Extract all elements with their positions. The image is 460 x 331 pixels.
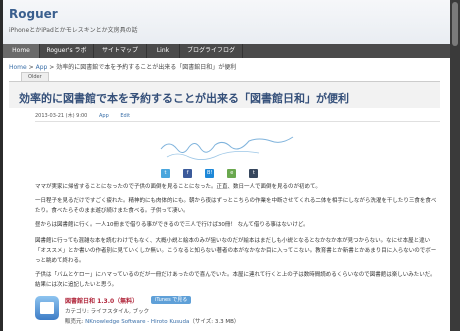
facebook-icon[interactable]: f — [183, 169, 193, 178]
nav-blog-lifelog[interactable]: ブログライフログ — [180, 44, 243, 58]
app-seller-line: 販売元: NKnowledge Software - Hiroto Kusuda… — [65, 317, 239, 325]
paragraph: 子供は「バムとケロー」にハマっているのだが一冊だけあったので喜んでいた。本屋に連… — [35, 272, 436, 288]
share-buttons: t f B! e t — [161, 159, 266, 178]
nav-link[interactable]: Link — [147, 44, 180, 58]
app-seller-link[interactable]: NKnowledge Software - Hiroto Kusuda — [85, 319, 189, 325]
post-edit-link[interactable]: Edit — [120, 113, 130, 119]
book-icon — [40, 302, 54, 314]
app-category: カテゴリ: ライフスタイル, ブック — [65, 309, 150, 315]
post-meta: 2013-03-21 (木) 9:00 App Edit — [35, 112, 140, 119]
breadcrumb-app[interactable]: App — [36, 64, 48, 71]
twitter-icon[interactable]: t — [161, 169, 170, 178]
main-nav: Home Roguer's ラボ サイトマップ Link ブログライフログ — [3, 44, 450, 58]
post-date: 2013-03-21 (木) 9:00 — [35, 113, 88, 119]
breadcrumb-separator: > — [28, 64, 34, 71]
paragraph: 昼からは図書館に行く。一人10冊まで借りる事ができるので三人で行けば30冊！ な… — [35, 222, 309, 228]
site-tagline: iPhoneとかiPadとかモレスキンとか文房具の話 — [9, 27, 138, 34]
tumblr-icon[interactable]: t — [249, 169, 259, 178]
paragraph: ママが実家に帰省することになったので子供の面倒を見ることになった。正直、数日一人… — [35, 184, 321, 190]
nav-home[interactable]: Home — [3, 44, 40, 58]
meta-divider — [35, 121, 440, 122]
app-icon[interactable] — [35, 296, 59, 320]
app-card: 図書館日和 1.3.0（無料） iTunes で見る カテゴリ: ライフスタイル… — [35, 296, 295, 331]
app-size: （サイズ: 3.3 MB） — [189, 319, 240, 325]
post-title-box: 効率的に図書館で本を予約することが出来る「図書館日和」が便利 — [9, 81, 440, 108]
breadcrumb-current: 効率的に図書館で本を予約することが出来る「図書館日和」が便利 — [56, 64, 237, 71]
breadcrumb-separator: > — [49, 64, 55, 71]
app-name-link[interactable]: 図書館日和 1.3.0（無料） — [65, 296, 138, 305]
site-title[interactable]: Roguer — [9, 7, 58, 21]
itunes-button[interactable]: iTunes で見る — [151, 296, 192, 304]
post-category-link[interactable]: App — [99, 113, 109, 119]
scrollbar-thumb[interactable] — [452, 2, 458, 46]
nav-roguer-lab[interactable]: Roguer's ラボ — [40, 44, 94, 58]
breadcrumb: Home > App > 効率的に図書館で本を予約することが出来る「図書館日和」… — [9, 62, 236, 71]
paragraph: 図書館に行っても混雑な本を読むわけでもなく、大概小説と絵本のみが狙いなのだが絵本… — [35, 238, 437, 264]
web-page: Roguer iPhoneとかiPadとかモレスキンとか文房具の話 Home R… — [3, 0, 450, 331]
breadcrumb-home[interactable]: Home — [9, 64, 27, 71]
site-header: Roguer iPhoneとかiPadとかモレスキンとか文房具の話 — [3, 0, 450, 45]
paragraph: 一日程子を見るだけですごく疲れた。精神的にも肉体的にも。朝から夜はずっとこちらの… — [35, 198, 437, 214]
hatena-icon[interactable]: B! — [205, 169, 215, 178]
post-title[interactable]: 効率的に図書館で本を予約することが出来る「図書館日和」が便利 — [19, 90, 349, 106]
scrollbar-track[interactable] — [450, 0, 460, 331]
nav-sitemap[interactable]: サイトマップ — [94, 44, 147, 58]
app-seller-prefix: 販売元: — [65, 319, 86, 325]
evernote-icon[interactable]: e — [227, 169, 237, 178]
